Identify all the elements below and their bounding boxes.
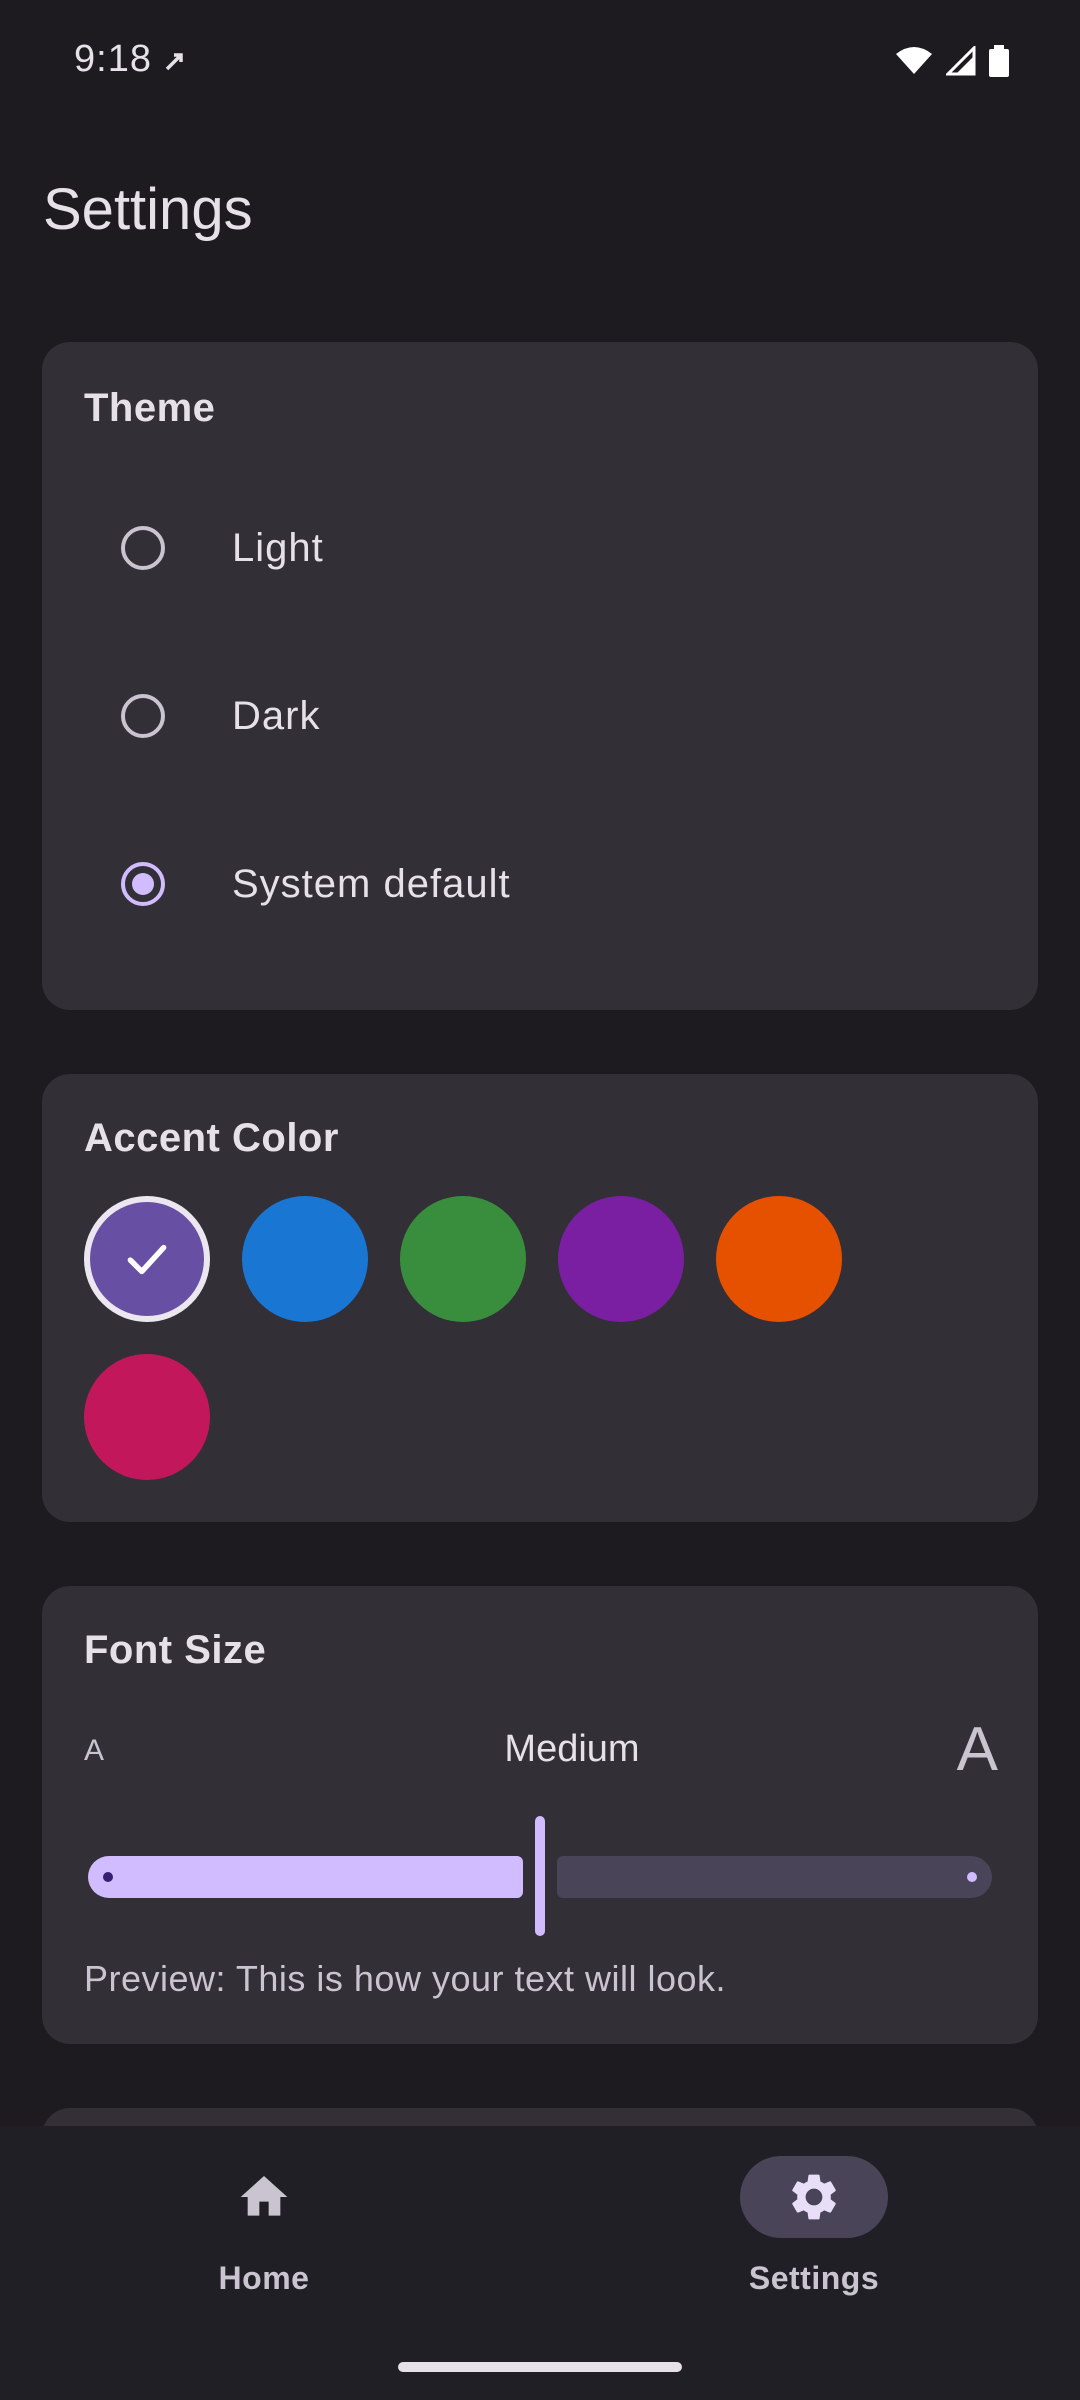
theme-title: Theme bbox=[84, 386, 216, 430]
radio-dark[interactable] bbox=[121, 694, 165, 738]
accent-color-card: Accent Color bbox=[42, 1074, 1038, 1522]
nav-label-settings: Settings bbox=[748, 2260, 880, 2296]
radio-system-default[interactable] bbox=[121, 862, 165, 906]
swatch-pink[interactable] bbox=[84, 1354, 210, 1480]
small-font-label: A bbox=[84, 1734, 105, 1767]
slider-stop-start bbox=[103, 1872, 113, 1882]
slider-thumb[interactable] bbox=[535, 1816, 545, 1936]
font-size-card: Font Size A Medium A Preview: This is ho… bbox=[42, 1586, 1038, 2044]
font-preview-text: Preview: This is how your text will look… bbox=[84, 1958, 727, 1999]
signal-icon bbox=[946, 46, 976, 76]
theme-option-label: Light bbox=[232, 525, 324, 570]
sync-icon bbox=[165, 53, 183, 71]
gear-icon bbox=[792, 2174, 836, 2220]
settings-screen: 9:18 Settings Theme Light Dark System de… bbox=[0, 0, 1080, 2400]
wifi-icon bbox=[896, 47, 932, 74]
home-icon bbox=[240, 2176, 288, 2216]
swatch-purple[interactable] bbox=[84, 1196, 210, 1322]
theme-option-label: Dark bbox=[232, 693, 321, 738]
slider-stop-end bbox=[967, 1872, 977, 1882]
font-size-slider[interactable] bbox=[88, 1816, 992, 1936]
font-size-title: Font Size bbox=[84, 1628, 267, 1672]
gesture-home-bar[interactable] bbox=[398, 2362, 682, 2372]
theme-option-system-default[interactable]: System default bbox=[42, 800, 1038, 968]
large-font-label: A bbox=[956, 1715, 998, 1784]
status-time: 9:18 bbox=[74, 38, 152, 80]
theme-option-label: System default bbox=[232, 861, 511, 906]
swatch-blue[interactable] bbox=[242, 1196, 368, 1322]
theme-option-dark[interactable]: Dark bbox=[42, 632, 1038, 800]
slider-active-track bbox=[88, 1856, 523, 1898]
nav-item-settings[interactable]: Settings bbox=[664, 2156, 964, 2316]
theme-card: Theme Light Dark System default bbox=[42, 342, 1038, 1010]
status-icons bbox=[894, 45, 1010, 77]
swatch-green[interactable] bbox=[400, 1196, 526, 1322]
swatch-violet[interactable] bbox=[558, 1196, 684, 1322]
nav-label-home: Home bbox=[218, 2260, 310, 2296]
bottom-navigation: Home Settings bbox=[0, 2126, 1080, 2400]
nav-item-home[interactable]: Home bbox=[114, 2156, 414, 2316]
battery-icon bbox=[989, 45, 1009, 77]
radio-light[interactable] bbox=[121, 526, 165, 570]
font-size-value: Medium bbox=[504, 1728, 640, 1770]
swatch-orange[interactable] bbox=[716, 1196, 842, 1322]
theme-option-light[interactable]: Light bbox=[42, 464, 1038, 632]
check-icon bbox=[127, 1244, 167, 1275]
accent-color-title: Accent Color bbox=[84, 1116, 339, 1160]
page-title: Settings bbox=[43, 177, 253, 242]
status-bar: 9:18 bbox=[0, 0, 1080, 110]
slider-inactive-track bbox=[557, 1856, 992, 1898]
